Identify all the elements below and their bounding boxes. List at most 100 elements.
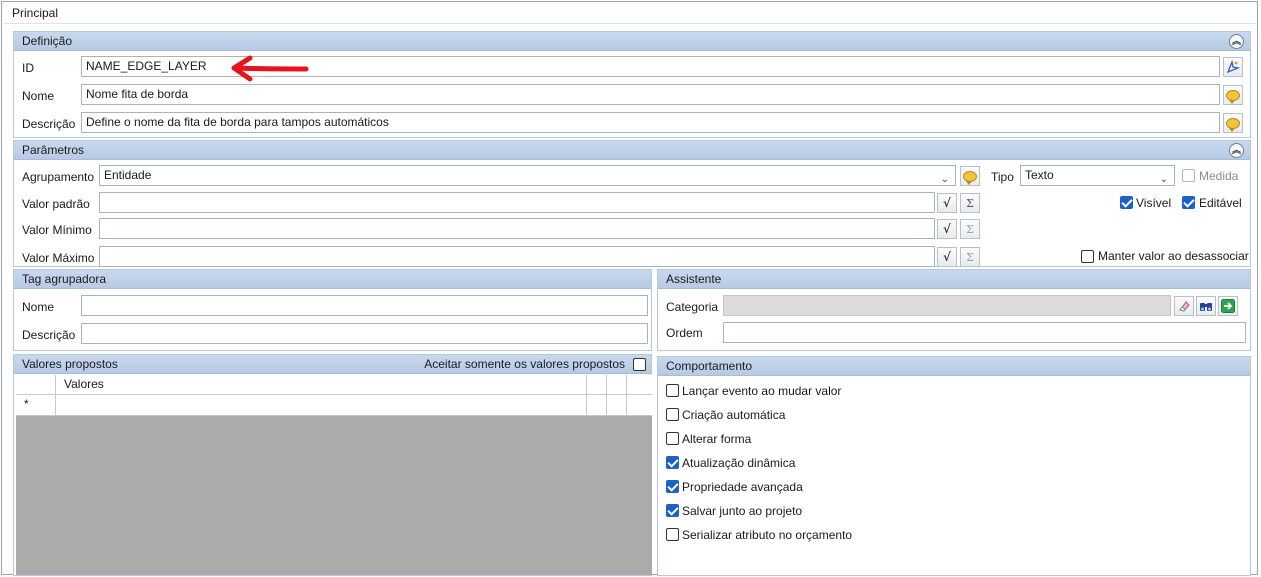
agrupamento-select[interactable]: Entidade ⌄ xyxy=(99,165,956,186)
clear-categoria-button[interactable] xyxy=(1174,296,1194,316)
id-label: ID xyxy=(22,61,34,75)
agrupamento-label: Agrupamento xyxy=(22,170,95,184)
comportamento-header: Comportamento xyxy=(658,357,1250,376)
id-picker-button[interactable] xyxy=(1223,57,1243,77)
valor-padrao-formula-button[interactable]: √ xyxy=(937,193,957,213)
green-arrow-icon xyxy=(1221,299,1235,313)
window-title: Principal xyxy=(12,6,59,20)
comportamento-label: Alterar forma xyxy=(682,432,752,446)
square-root-icon: √ xyxy=(943,250,951,264)
nome-label: Nome xyxy=(22,89,55,103)
search-categoria-button[interactable] xyxy=(1196,296,1216,316)
valores-section: Valores propostos Aceitar somente os val… xyxy=(13,354,652,576)
valores-grid[interactable]: Valores * xyxy=(16,375,652,575)
tag-header-label: Tag agrupadora xyxy=(22,272,107,286)
tag-nome-label: Nome xyxy=(22,300,55,314)
categoria-input[interactable] xyxy=(723,295,1171,316)
descricao-input[interactable]: Define o nome da fita de borda para tamp… xyxy=(81,112,1220,133)
speech-bubble-icon xyxy=(1226,89,1240,104)
definicao-header-label: Definição xyxy=(22,34,73,48)
manter-checkbox[interactable] xyxy=(1081,250,1094,263)
sigma-icon: Σ xyxy=(966,222,974,236)
aceitar-label: Aceitar somente os valores propostos xyxy=(424,357,625,371)
aceitar-checkbox[interactable] xyxy=(633,358,646,371)
definicao-header: Definição ︽ xyxy=(14,32,1250,51)
comportamento-checkbox[interactable] xyxy=(666,528,679,541)
comportamento-checkbox[interactable] xyxy=(666,432,679,445)
binoculars-icon xyxy=(1200,303,1212,311)
comportamento-label: Serializar atributo no orçamento xyxy=(682,528,853,542)
valor-maximo-formula-button[interactable]: √ xyxy=(937,247,957,267)
nome-input[interactable]: Nome fita de borda xyxy=(81,84,1220,105)
valores-grid-header: Valores xyxy=(16,375,652,395)
tag-header: Tag agrupadora xyxy=(14,270,651,289)
extra-cell[interactable] xyxy=(587,395,607,415)
descricao-translate-button[interactable] xyxy=(1223,113,1243,133)
cursor-picker-icon xyxy=(1226,60,1240,74)
agrupamento-translate-button[interactable] xyxy=(960,166,980,186)
manter-label: Manter valor ao desassociar xyxy=(1098,249,1249,263)
medida-checkbox[interactable] xyxy=(1182,169,1195,182)
comportamento-checkbox[interactable] xyxy=(666,456,679,469)
comportamento-checkbox[interactable] xyxy=(666,408,679,421)
tag-section: Tag agrupadora Nome Descrição xyxy=(13,269,652,351)
comportamento-label: Salvar junto ao projeto xyxy=(682,504,803,518)
ordem-label: Ordem xyxy=(666,326,703,340)
extra-column-header xyxy=(607,375,627,394)
valor-padrao-input[interactable] xyxy=(99,192,935,213)
editavel-checkbox[interactable] xyxy=(1182,196,1195,209)
extra-cell[interactable] xyxy=(607,395,627,415)
eraser-icon xyxy=(1179,301,1190,312)
chevron-down-icon: ⌄ xyxy=(1159,174,1168,185)
tipo-select[interactable]: Texto ⌄ xyxy=(1020,165,1175,186)
editavel-label: Editável xyxy=(1199,196,1242,210)
valor-minimo-formula-button[interactable]: √ xyxy=(937,219,957,239)
valor-maximo-label: Valor Máximo xyxy=(22,251,95,265)
speech-bubble-icon xyxy=(963,170,977,185)
visivel-label: Visível xyxy=(1136,196,1172,210)
parametros-section: Parâmetros ︽ Agrupamento Entidade ⌄ Tipo… xyxy=(13,140,1251,267)
assistente-section: Assistente Categoria Ordem xyxy=(657,269,1251,351)
sigma-icon: Σ xyxy=(966,250,974,264)
assistente-header: Assistente xyxy=(658,270,1250,289)
comportamento-label: Criação automática xyxy=(682,408,786,422)
valor-padrao-sum-button[interactable]: Σ xyxy=(960,193,980,213)
chevron-down-icon: ⌄ xyxy=(940,174,949,185)
valor-minimo-label: Valor Mínimo xyxy=(22,223,92,237)
definicao-section: Definição ︽ ID NAME_EDGE_LAYER Nome Nome… xyxy=(13,31,1251,138)
comportamento-checkbox[interactable] xyxy=(666,480,679,493)
tag-descricao-input[interactable] xyxy=(81,323,648,344)
nome-translate-button[interactable] xyxy=(1223,85,1243,105)
square-root-icon: √ xyxy=(943,222,951,236)
tag-nome-input[interactable] xyxy=(81,295,648,316)
square-root-icon: √ xyxy=(943,196,951,210)
tipo-label: Tipo xyxy=(991,170,1014,184)
valor-maximo-sum-button[interactable]: Σ xyxy=(960,247,980,267)
comportamento-label: Lançar evento ao mudar valor xyxy=(682,384,842,398)
valor-minimo-input[interactable] xyxy=(99,218,935,239)
valores-cell[interactable] xyxy=(56,395,587,415)
comportamento-checkbox[interactable] xyxy=(666,384,679,397)
table-row[interactable]: * xyxy=(16,395,652,416)
comportamento-section: Comportamento Lançar evento ao mudar val… xyxy=(657,356,1251,576)
visivel-checkbox[interactable] xyxy=(1120,196,1133,209)
tipo-value: Texto xyxy=(1025,168,1054,182)
collapse-parametros-icon[interactable]: ︽ xyxy=(1229,143,1244,158)
valores-column-header[interactable]: Valores xyxy=(56,375,587,394)
assistente-header-label: Assistente xyxy=(666,272,722,286)
comportamento-checkbox[interactable] xyxy=(666,504,679,517)
go-categoria-button[interactable] xyxy=(1218,296,1238,316)
extra-column-header xyxy=(587,375,607,394)
parametros-header-label: Parâmetros xyxy=(22,143,85,157)
medida-label: Medida xyxy=(1199,169,1239,183)
valores-header-label: Valores propostos xyxy=(22,357,118,371)
comportamento-label: Atualização dinâmica xyxy=(682,456,796,470)
valor-minimo-sum-button[interactable]: Σ xyxy=(960,219,980,239)
ordem-input[interactable] xyxy=(723,322,1246,343)
row-header-cell xyxy=(16,375,56,394)
valores-header: Valores propostos Aceitar somente os val… xyxy=(14,355,651,374)
sigma-icon: Σ xyxy=(966,196,974,210)
valor-maximo-input[interactable] xyxy=(99,246,935,267)
main-window: Principal Definição ︽ ID NAME_EDGE_LAYER… xyxy=(1,1,1258,576)
collapse-definicao-icon[interactable]: ︽ xyxy=(1229,34,1244,49)
